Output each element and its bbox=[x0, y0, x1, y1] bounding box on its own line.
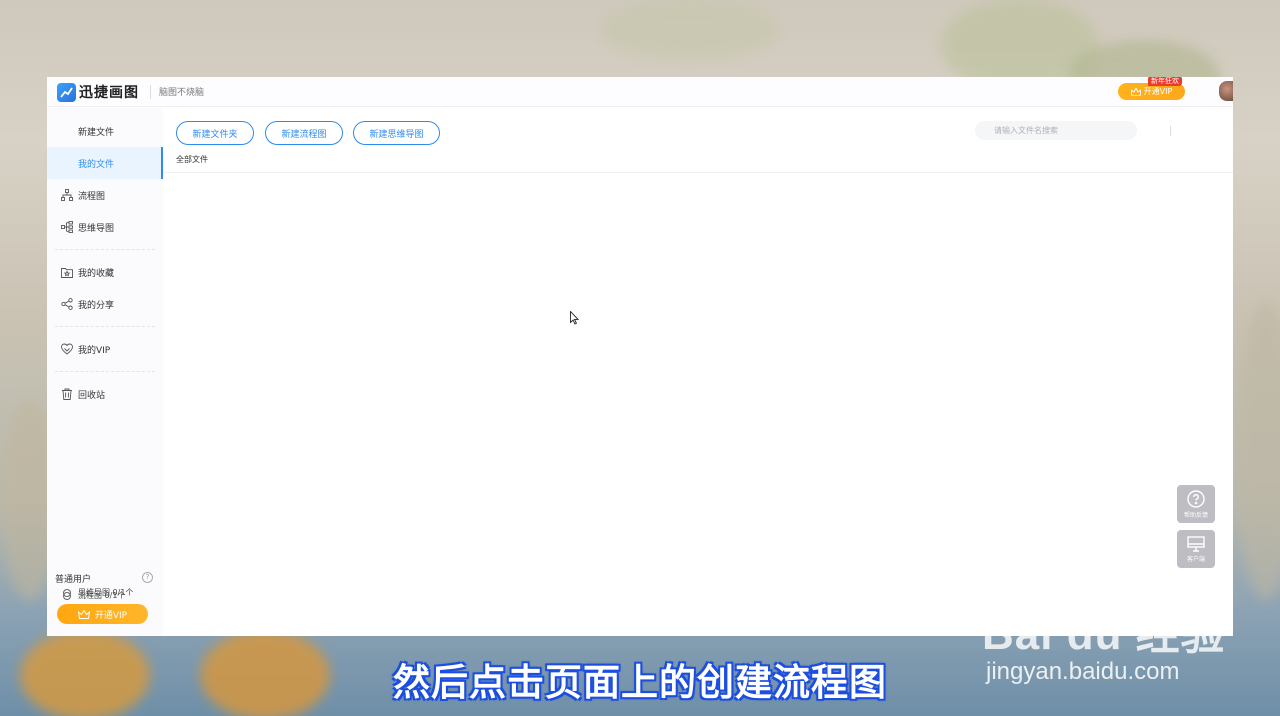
app-logo[interactable]: 迅捷画图 bbox=[57, 81, 139, 103]
mindmap-icon bbox=[61, 221, 73, 233]
sidebar-item-label: 我的收藏 bbox=[78, 268, 115, 279]
main-content: 新建文件夹 新建流程图 新建思维导图 全部文件 bbox=[163, 108, 1233, 636]
mouse-cursor-icon bbox=[570, 311, 579, 325]
promo-badge: 新年狂欢 bbox=[1148, 77, 1182, 86]
sidebar-item-label: 新建文件 bbox=[78, 127, 115, 138]
sidebar-item-label: 我的文件 bbox=[78, 159, 115, 170]
sidebar-vip-label: 开通VIP bbox=[94, 610, 128, 621]
sidebar-item-label: 思维导图 bbox=[78, 223, 115, 234]
sidebar-item-label: 回收站 bbox=[78, 390, 106, 401]
client-label: 客户端 bbox=[1186, 555, 1205, 563]
help-feedback-label: 帮助反馈 bbox=[1183, 511, 1208, 519]
app-name: 迅捷画图 bbox=[79, 85, 139, 101]
help-icon[interactable]: ? bbox=[142, 572, 153, 583]
quota-text: 思维导图 0/1个 bbox=[78, 588, 134, 597]
new-mindmap-button[interactable]: 新建思维导图 bbox=[353, 121, 440, 145]
sidebar-item-recycle-bin[interactable]: 回收站 bbox=[47, 378, 163, 410]
diamond-icon bbox=[61, 343, 73, 355]
open-vip-label: 开通VIP bbox=[1143, 87, 1173, 96]
divider bbox=[55, 249, 155, 250]
divider bbox=[55, 371, 155, 372]
divider bbox=[163, 172, 1233, 173]
sidebar-item-shares[interactable]: 我的分享 bbox=[47, 288, 163, 320]
user-type-label: 普通用户 bbox=[55, 575, 92, 585]
new-folder-button[interactable]: 新建文件夹 bbox=[176, 121, 254, 145]
flowchart-icon bbox=[61, 189, 73, 201]
video-caption: 然后点击页面上的创建流程图 bbox=[393, 661, 887, 704]
breadcrumb[interactable]: 全部文件 bbox=[176, 154, 208, 165]
quota-mindmap: 思维导图 0/1个 bbox=[63, 587, 133, 598]
divider bbox=[150, 85, 151, 99]
favorites-folder-icon bbox=[61, 266, 73, 278]
sidebar-item-mindmap[interactable]: 思维导图 bbox=[47, 211, 163, 243]
app-window: 迅捷画图 脑图不烧脑 开通VIP 新年狂欢 新建文件 我的文件 流程图 思维导图… bbox=[47, 77, 1233, 636]
new-flowchart-button[interactable]: 新建流程图 bbox=[265, 121, 343, 145]
sidebar: 新建文件 我的文件 流程图 思维导图 我的收藏 我的分享 我的VIP 回收站 普… bbox=[47, 108, 163, 636]
monitor-icon bbox=[1187, 535, 1205, 552]
help-feedback-button[interactable]: 帮助反馈 bbox=[1177, 485, 1215, 523]
check-circle-icon bbox=[63, 588, 71, 597]
sidebar-item-new-file[interactable]: 新建文件 bbox=[47, 115, 163, 147]
sidebar-item-label: 流程图 bbox=[78, 191, 106, 202]
crown-icon bbox=[1130, 87, 1141, 96]
avatar[interactable] bbox=[1219, 81, 1233, 101]
sidebar-item-label: 我的分享 bbox=[78, 300, 115, 311]
crown-icon bbox=[77, 609, 90, 619]
sidebar-item-my-files[interactable]: 我的文件 bbox=[47, 147, 163, 179]
divider bbox=[55, 326, 155, 327]
trash-icon bbox=[61, 388, 73, 400]
sidebar-open-vip-button[interactable]: 开通VIP bbox=[57, 604, 148, 624]
question-icon bbox=[1187, 489, 1205, 508]
client-download-button[interactable]: 客户端 bbox=[1177, 530, 1215, 568]
search-input[interactable] bbox=[975, 121, 1137, 140]
sidebar-item-my-vip[interactable]: 我的VIP bbox=[47, 333, 163, 365]
sidebar-item-label: 我的VIP bbox=[78, 345, 111, 356]
logo-icon bbox=[57, 82, 76, 102]
sidebar-item-favorites[interactable]: 我的收藏 bbox=[47, 256, 163, 288]
top-bar: 迅捷画图 脑图不烧脑 开通VIP 新年狂欢 bbox=[47, 77, 1233, 107]
app-slogan: 脑图不烧脑 bbox=[159, 88, 205, 98]
divider bbox=[1170, 126, 1171, 136]
sidebar-item-flowchart[interactable]: 流程图 bbox=[47, 179, 163, 211]
share-icon bbox=[61, 298, 73, 310]
